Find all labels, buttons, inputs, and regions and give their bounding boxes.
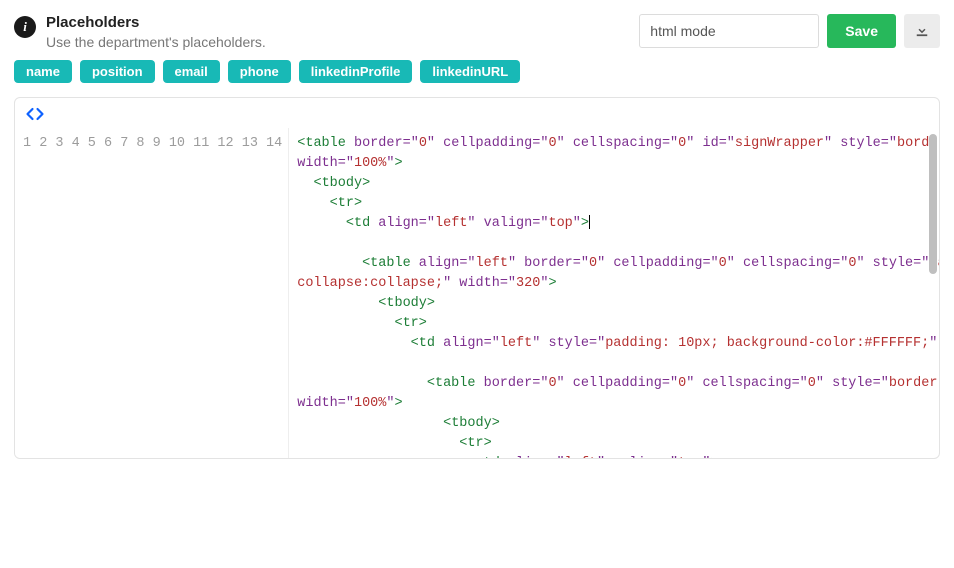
save-button[interactable]: Save	[827, 14, 896, 48]
mode-input[interactable]	[639, 14, 819, 48]
placeholder-tags: name position email phone linkedinProfile lin…	[14, 60, 940, 83]
scrollbar[interactable]	[927, 134, 937, 452]
download-button[interactable]	[904, 14, 940, 48]
info-icon: i	[14, 16, 36, 38]
code-view-toggle[interactable]	[25, 106, 929, 122]
placeholder-tag[interactable]: linkedinURL	[420, 60, 520, 83]
header-left: i Placeholders Use the department's plac…	[14, 14, 266, 50]
placeholder-tag[interactable]: name	[14, 60, 72, 83]
header-text: Placeholders Use the department's placeh…	[46, 14, 266, 50]
placeholder-tag[interactable]: phone	[228, 60, 291, 83]
page-subtitle: Use the department's placeholders.	[46, 34, 266, 50]
header: i Placeholders Use the department's plac…	[14, 14, 940, 50]
page-title: Placeholders	[46, 14, 266, 32]
placeholder-tag[interactable]: position	[80, 60, 155, 83]
editor-body[interactable]: 1 2 3 4 5 6 7 8 9 10 11 12 13 14 <table …	[15, 128, 939, 458]
code-editor: 1 2 3 4 5 6 7 8 9 10 11 12 13 14 <table …	[14, 97, 940, 459]
download-icon	[915, 23, 929, 40]
placeholder-tag[interactable]: linkedinProfile	[299, 60, 413, 83]
placeholder-tag[interactable]: email	[163, 60, 220, 83]
code-content[interactable]: <table border="0" cellpadding="0" cellsp…	[289, 128, 939, 458]
code-icon	[25, 106, 929, 122]
line-gutter: 1 2 3 4 5 6 7 8 9 10 11 12 13 14	[15, 128, 289, 458]
editor-toolbar	[15, 98, 939, 128]
scrollbar-thumb[interactable]	[929, 134, 937, 274]
header-controls: Save	[639, 14, 940, 48]
